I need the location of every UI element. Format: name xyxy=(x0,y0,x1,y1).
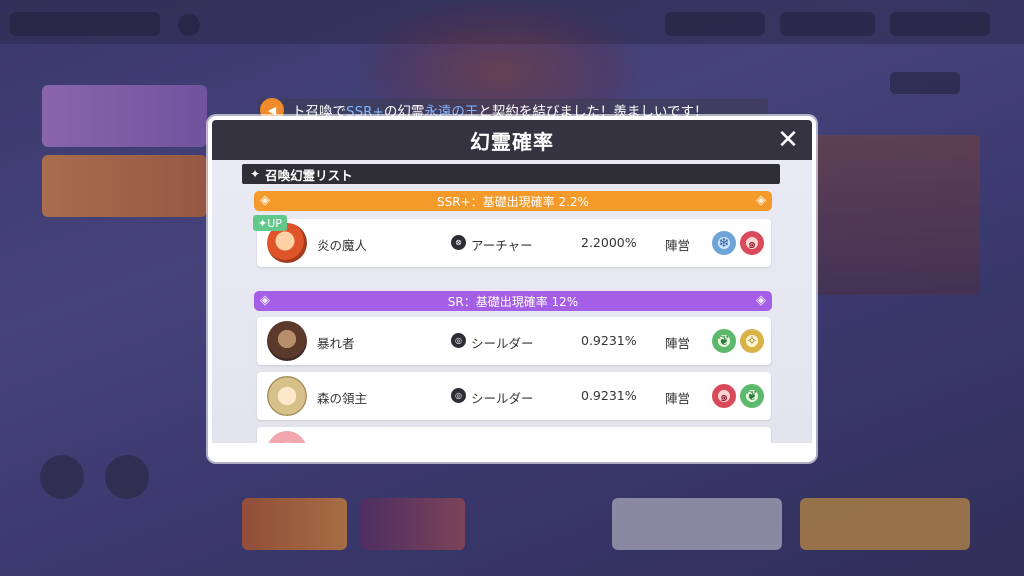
modal-body[interactable]: ✦ 召喚幻霊リスト ◈ SSR+：基礎出現確率 2.2% ◈ ✦UP 炎の魔人 … xyxy=(212,160,812,443)
rate-value: 0.9231% xyxy=(581,333,637,348)
archer-class-icon: ⊗ xyxy=(451,235,466,250)
spirit-row[interactable]: 暴れ者 ◎ シールダー 0.9231% 陣営 ❦ ✧ xyxy=(257,317,771,365)
spirit-avatar xyxy=(267,321,307,361)
spirit-row[interactable] xyxy=(257,427,771,443)
spirit-row[interactable]: ✦UP 炎の魔人 ⊗ アーチャー 2.2000% 陣営 ❄ ๑ xyxy=(253,215,771,267)
rate-value: 0.9231% xyxy=(581,388,637,403)
sr-rate-band: ◈ SR：基礎出現確率 12% ◈ xyxy=(254,291,772,311)
shielder-class-icon: ◎ xyxy=(451,333,466,348)
band-ornament-icon: ◈ xyxy=(756,193,766,208)
rate-value: 2.2000% xyxy=(581,235,637,250)
leaf-icon: ❦ xyxy=(740,384,764,408)
modal-header: 幻霊確率 ✕ xyxy=(212,120,812,160)
band-ornament-icon: ◈ xyxy=(260,193,270,208)
close-icon[interactable]: ✕ xyxy=(774,126,802,154)
spirit-name: 炎の魔人 xyxy=(317,238,368,253)
holy-icon: ✧ xyxy=(740,329,764,353)
spirit-name: 暴れ者 xyxy=(317,336,355,351)
shielder-class-icon: ◎ xyxy=(451,388,466,403)
camp-label: 陣営 xyxy=(665,238,691,253)
spirit-rate-modal: 幻霊確率 ✕ ✦ 召喚幻霊リスト ◈ SSR+：基礎出現確率 2.2% ◈ ✦U… xyxy=(208,116,816,462)
class-label: シールダー xyxy=(471,336,534,351)
ssr-rate-band: ◈ SSR+：基礎出現確率 2.2% ◈ xyxy=(254,191,772,211)
modal-title: 幻霊確率 xyxy=(470,129,554,154)
spirit-name: 森の領主 xyxy=(317,391,368,406)
camp-label: 陣営 xyxy=(665,336,691,351)
sr-rate-label: SR：基礎出現確率 12% xyxy=(447,294,579,309)
spirit-avatar xyxy=(267,376,307,416)
ssr-rate-label: SSR+：基礎出現確率 2.2% xyxy=(437,194,589,209)
leaf-icon: ❦ xyxy=(712,329,736,353)
spirit-row[interactable]: 森の領主 ◎ シールダー 0.9231% 陣営 ๑ ❦ xyxy=(257,372,771,420)
class-label: シールダー xyxy=(471,391,534,406)
section-title: 召喚幻霊リスト xyxy=(265,167,353,183)
fire-spiral-icon: ๑ xyxy=(712,384,736,408)
spirit-avatar xyxy=(267,431,307,443)
rate-up-badge: ✦UP xyxy=(253,215,287,231)
section-header: ✦ 召喚幻霊リスト xyxy=(242,164,780,184)
band-ornament-icon: ◈ xyxy=(260,293,270,308)
ice-icon: ❄ xyxy=(712,231,736,255)
camp-label: 陣営 xyxy=(665,391,691,406)
fire-spiral-icon: ๑ xyxy=(740,231,764,255)
sparkle-icon: ✦ xyxy=(250,167,261,181)
band-ornament-icon: ◈ xyxy=(756,293,766,308)
class-label: アーチャー xyxy=(471,238,533,253)
